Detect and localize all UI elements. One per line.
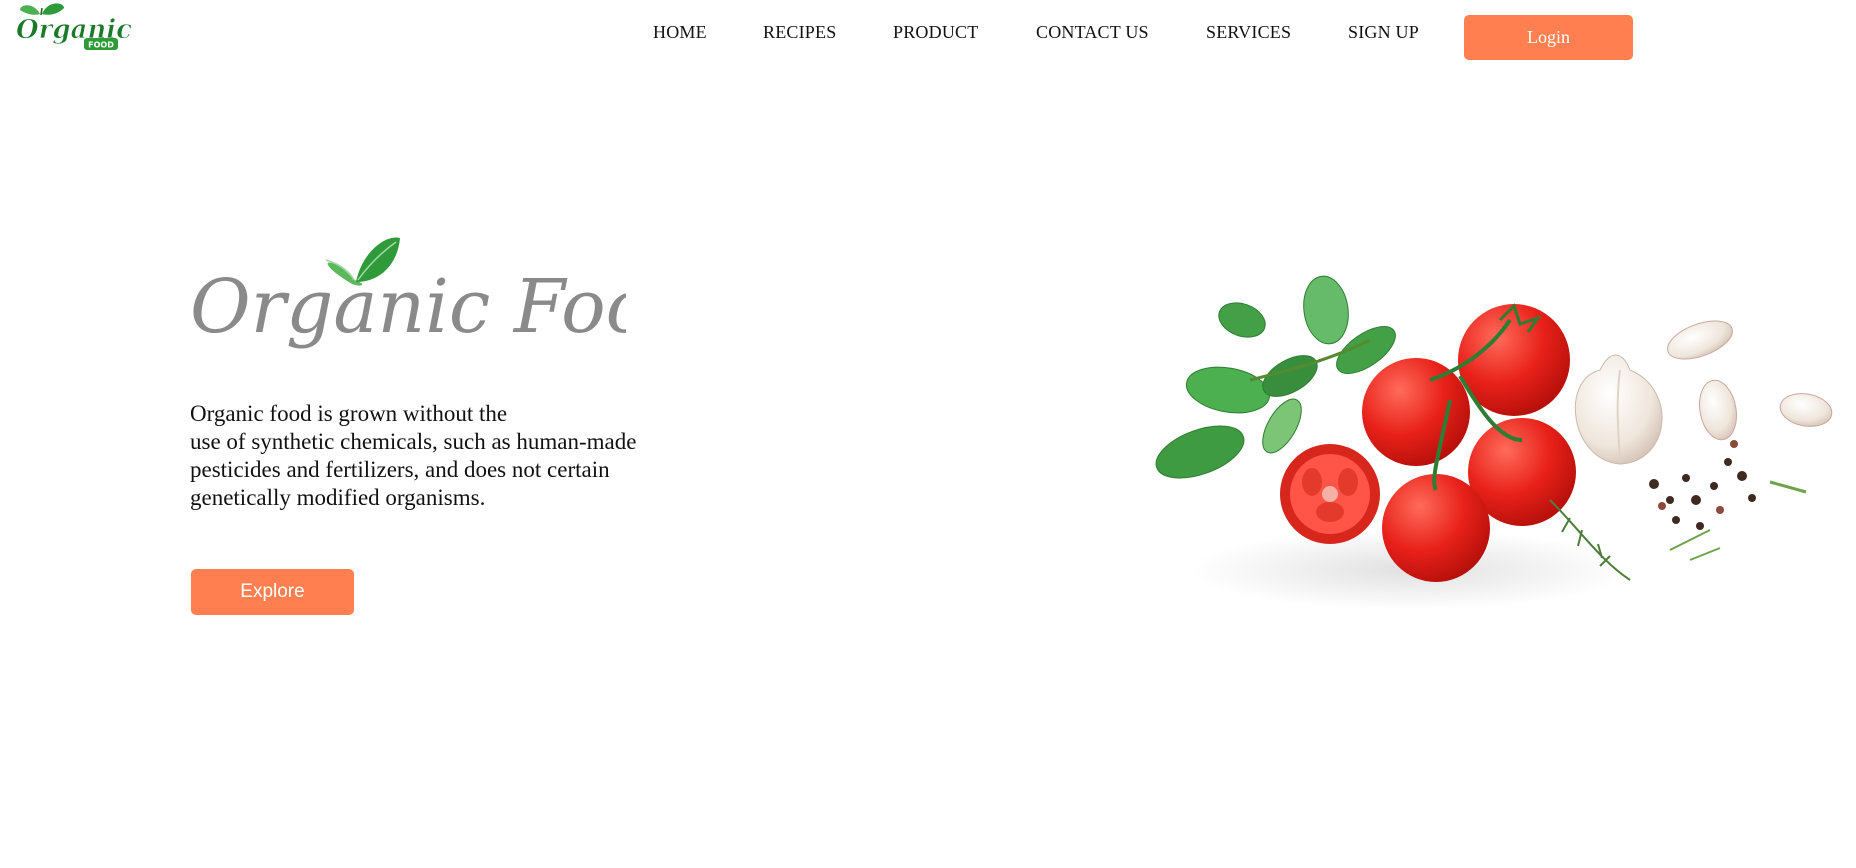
explore-button[interactable]: Explore [191, 569, 354, 615]
hero-description-line: use of synthetic chemicals, such as huma… [190, 429, 637, 454]
nav-services[interactable]: SERVICES [1206, 22, 1291, 43]
hero-title: Organic Food [186, 232, 698, 372]
nav-contact-us[interactable]: CONTACT US [1036, 22, 1149, 43]
login-button[interactable]: Login [1464, 15, 1633, 60]
hero-description: Organic food is grown without the use of… [190, 400, 710, 512]
nav-recipes[interactable]: RECIPES [763, 22, 836, 43]
hero-description-line: pesticides and fertilizers, and does not… [190, 457, 610, 482]
hero-description-line: genetically modified organisms. [190, 485, 486, 510]
hero-title-text: Organic Food [190, 264, 626, 350]
organic-food-logo-icon[interactable]: Organic FOOD [12, 0, 133, 56]
nav-sign-up[interactable]: SIGN UP [1348, 22, 1419, 43]
hero-description-line: Organic food is grown without the [190, 401, 508, 426]
nav-product[interactable]: PRODUCT [893, 22, 978, 43]
tomatoes-basil-garlic-illustration [1130, 200, 1856, 700]
nav-home[interactable]: HOME [653, 22, 707, 43]
logo-subtext: FOOD [88, 41, 114, 50]
